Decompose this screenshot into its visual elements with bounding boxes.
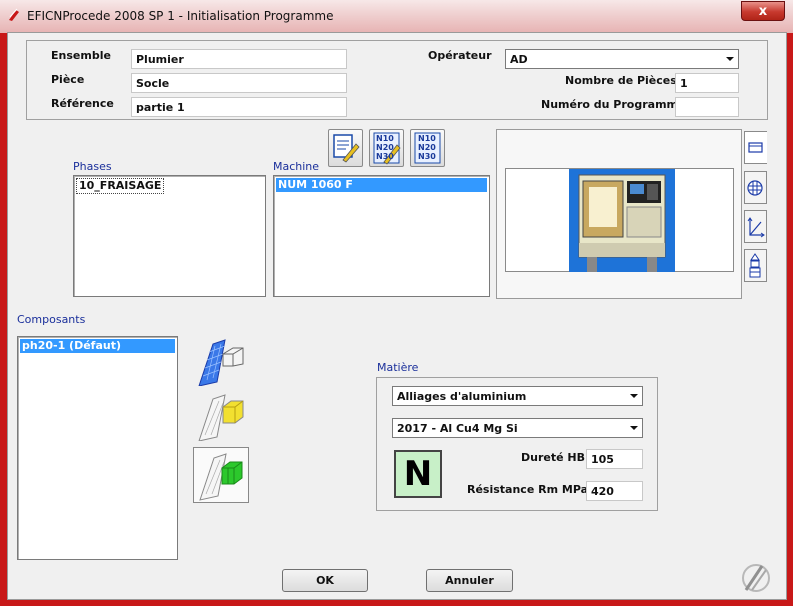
- component-solid-view-button[interactable]: [195, 391, 245, 442]
- app-logo-icon: [9, 8, 19, 21]
- solid-part-icon: [198, 394, 244, 442]
- tab-axes-view[interactable]: [744, 210, 767, 243]
- durete-field[interactable]: 105: [586, 449, 643, 469]
- piece-label: Pièce: [51, 73, 85, 86]
- dialog-body: Ensemble Plumier Pièce Socle Référence p…: [7, 32, 787, 600]
- nombre-pieces-label: Nombre de Pièces: [565, 74, 677, 87]
- matiere-nuance-select[interactable]: 2017 - Al Cu4 Mg Si: [392, 418, 643, 438]
- nc-edit-button[interactable]: N10 N20 N30: [369, 129, 404, 167]
- operateur-value: AD: [510, 53, 528, 66]
- reference-field[interactable]: partie 1: [131, 97, 347, 117]
- axes-icon: [747, 217, 765, 238]
- close-button[interactable]: x: [741, 1, 785, 21]
- phases-list[interactable]: 10_FRAISAGE: [73, 175, 266, 297]
- cnc-machine-image: [569, 169, 675, 272]
- document-edit-icon: [333, 134, 360, 163]
- tab-machine-view[interactable]: [744, 131, 767, 164]
- component-stock-view-button[interactable]: [193, 447, 249, 503]
- composants-label: Composants: [17, 313, 86, 326]
- stock-part-icon: [199, 453, 243, 501]
- ok-button[interactable]: OK: [282, 569, 368, 592]
- nc-lines-text-2: N10 N20 N30: [418, 134, 436, 161]
- chevron-down-icon: [726, 57, 734, 61]
- numero-programme-field[interactable]: [675, 97, 739, 117]
- ensemble-label: Ensemble: [51, 49, 111, 62]
- piece-field[interactable]: Socle: [131, 73, 347, 93]
- title-bar[interactable]: EFICNProcede 2008 SP 1 - Initialisation …: [0, 0, 793, 33]
- reference-label: Référence: [51, 97, 114, 110]
- resistance-label: Résistance Rm MPa: [467, 483, 589, 496]
- chevron-down-icon: [630, 426, 638, 430]
- list-item-selected[interactable]: NUM 1060 F: [276, 178, 487, 192]
- resistance-field[interactable]: 420: [586, 481, 643, 501]
- tab-holder-view[interactable]: [744, 249, 767, 282]
- phase-edit-button[interactable]: [328, 129, 363, 167]
- chevron-down-icon: [630, 394, 638, 398]
- tool-disk-icon: [747, 180, 763, 196]
- operateur-select[interactable]: AD: [505, 49, 739, 69]
- component-mesh-view-button[interactable]: [195, 336, 245, 387]
- composants-list[interactable]: ph20-1 (Défaut): [17, 336, 178, 560]
- window-icon: [748, 142, 763, 153]
- tab-tool-view[interactable]: [744, 171, 767, 204]
- matiere-famille-select[interactable]: Alliages d'aluminium: [392, 386, 643, 406]
- nc-program-button[interactable]: N10 N20 N30: [410, 129, 445, 167]
- list-item[interactable]: 10_FRAISAGE: [76, 178, 165, 194]
- machine-list[interactable]: NUM 1060 F: [273, 175, 490, 297]
- machine-preview-panel: [496, 129, 742, 299]
- tool-holder-icon: [749, 253, 761, 278]
- window-title: EFICNProcede 2008 SP 1 - Initialisation …: [27, 9, 334, 23]
- mesh-part-icon: [198, 339, 244, 387]
- machine-image-frame: [505, 168, 734, 272]
- matiere-nuance-value: 2017 - Al Cu4 Mg Si: [397, 422, 518, 435]
- material-grade-badge: N: [394, 450, 442, 498]
- matiere-famille-value: Alliages d'aluminium: [397, 390, 527, 403]
- numero-programme-label: Numéro du Programme: [541, 98, 686, 111]
- nombre-pieces-field[interactable]: 1: [675, 73, 739, 93]
- ensemble-field[interactable]: Plumier: [131, 49, 347, 69]
- app-watermark-logo: [742, 564, 770, 592]
- list-item-selected[interactable]: ph20-1 (Défaut): [20, 339, 175, 353]
- matiere-label: Matière: [377, 361, 419, 374]
- durete-label: Dureté HB: [521, 451, 585, 464]
- annuler-button[interactable]: Annuler: [426, 569, 513, 592]
- nc-lines-text: N10 N20 N30: [376, 134, 394, 161]
- machine-label: Machine: [273, 160, 320, 173]
- operateur-label: Opérateur: [428, 49, 492, 62]
- phases-label: Phases: [73, 160, 112, 173]
